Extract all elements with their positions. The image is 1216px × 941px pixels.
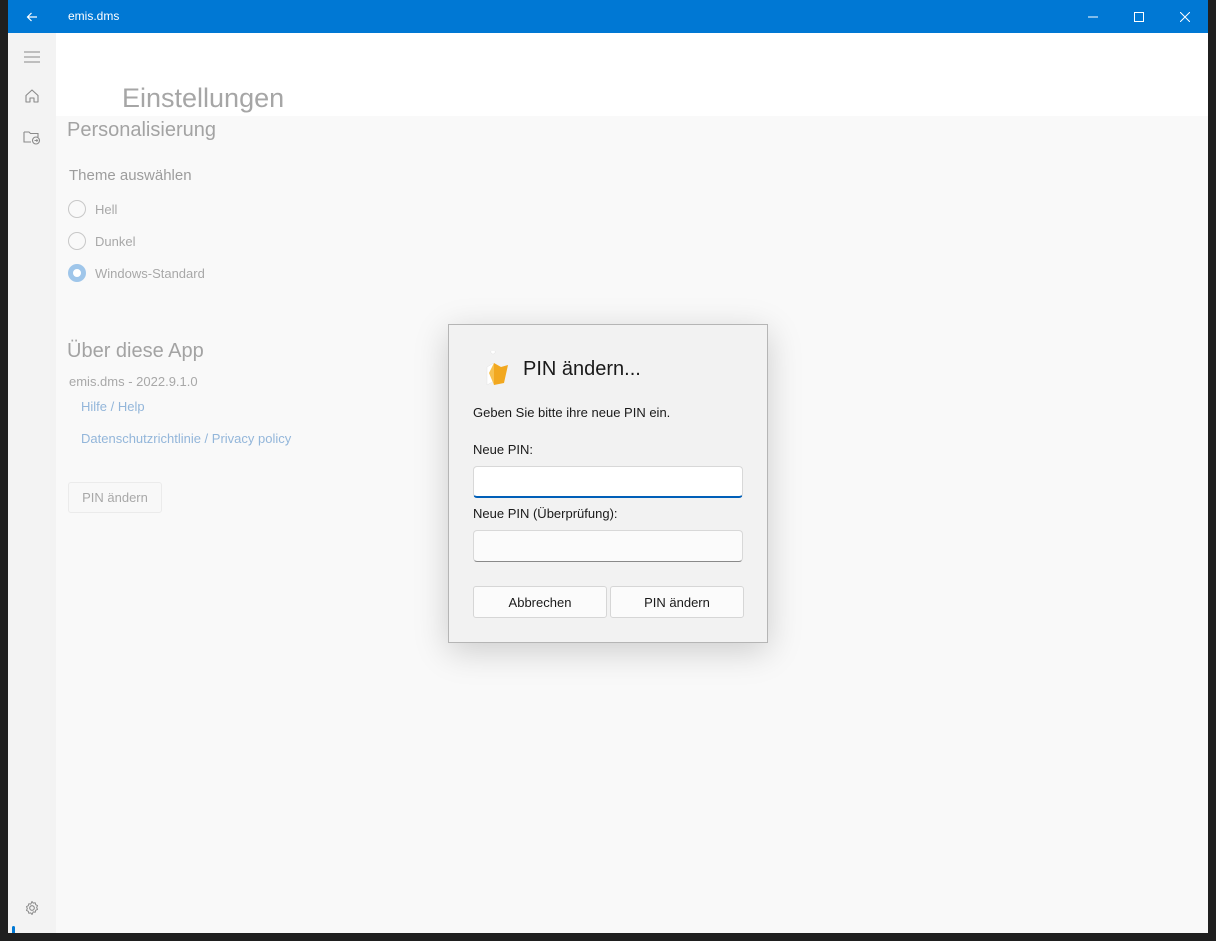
cancel-button[interactable]: Abbrechen [473, 586, 607, 618]
radio-theme-dark[interactable]: Dunkel [68, 231, 135, 251]
personalization-heading: Personalisierung [67, 119, 216, 141]
about-heading: Über diese App [67, 340, 204, 362]
help-link[interactable]: Hilfe / Help [81, 399, 145, 414]
selection-indicator [12, 926, 15, 933]
dialog-title: PIN ändern... [523, 358, 641, 380]
change-pin-button[interactable]: PIN ändern [68, 482, 162, 513]
folder-sync-icon [23, 131, 41, 145]
dialog-message: Geben Sie bitte ihre neue PIN ein. [473, 405, 671, 420]
maximize-icon [1134, 11, 1144, 22]
radio-label: Hell [95, 201, 118, 217]
change-pin-dialog: PIN ändern... Geben Sie bitte ihre neue … [448, 324, 768, 643]
page-title: Einstellungen [122, 83, 285, 113]
gear-icon [26, 901, 38, 915]
radio-theme-system[interactable]: Windows-Standard [68, 263, 205, 283]
radio-label: Windows-Standard [95, 265, 205, 281]
privacy-policy-link[interactable]: Datenschutzrichtlinie / Privacy policy [81, 431, 291, 446]
radio-circle[interactable] [68, 200, 86, 218]
hamburger-menu-button[interactable] [16, 41, 48, 73]
nav-item-settings[interactable] [16, 892, 48, 924]
home-icon [25, 89, 39, 103]
new-pin-input[interactable] [473, 466, 743, 498]
radio-circle-checked[interactable] [68, 264, 86, 282]
radio-label: Dunkel [95, 233, 136, 249]
confirm-pin-input[interactable] [473, 530, 743, 562]
navigation-pane [8, 33, 56, 933]
radio-circle[interactable] [68, 232, 86, 250]
minimize-icon [1088, 16, 1098, 17]
minimize-button[interactable] [1070, 0, 1116, 33]
theme-label: Theme auswählen [69, 167, 192, 184]
confirm-pin-label: Neue PIN (Überprüfung): [473, 506, 618, 521]
nav-item-documents[interactable] [16, 121, 48, 153]
maximize-button[interactable] [1116, 0, 1162, 33]
new-pin-label: Neue PIN: [473, 442, 533, 457]
close-button[interactable] [1162, 0, 1208, 33]
pin-key-icon [479, 349, 511, 387]
back-button[interactable] [22, 7, 42, 27]
confirm-pin-button[interactable]: PIN ändern [610, 586, 744, 618]
title-bar: emis.dms [8, 0, 1208, 33]
hamburger-menu-icon [24, 51, 40, 63]
nav-item-home[interactable] [16, 80, 48, 112]
close-icon [1180, 11, 1190, 22]
arrow-left-icon [26, 12, 37, 22]
radio-theme-light[interactable]: Hell [68, 199, 117, 219]
window-title: emis.dms [68, 9, 120, 23]
app-version: emis.dms - 2022.9.1.0 [69, 374, 198, 389]
